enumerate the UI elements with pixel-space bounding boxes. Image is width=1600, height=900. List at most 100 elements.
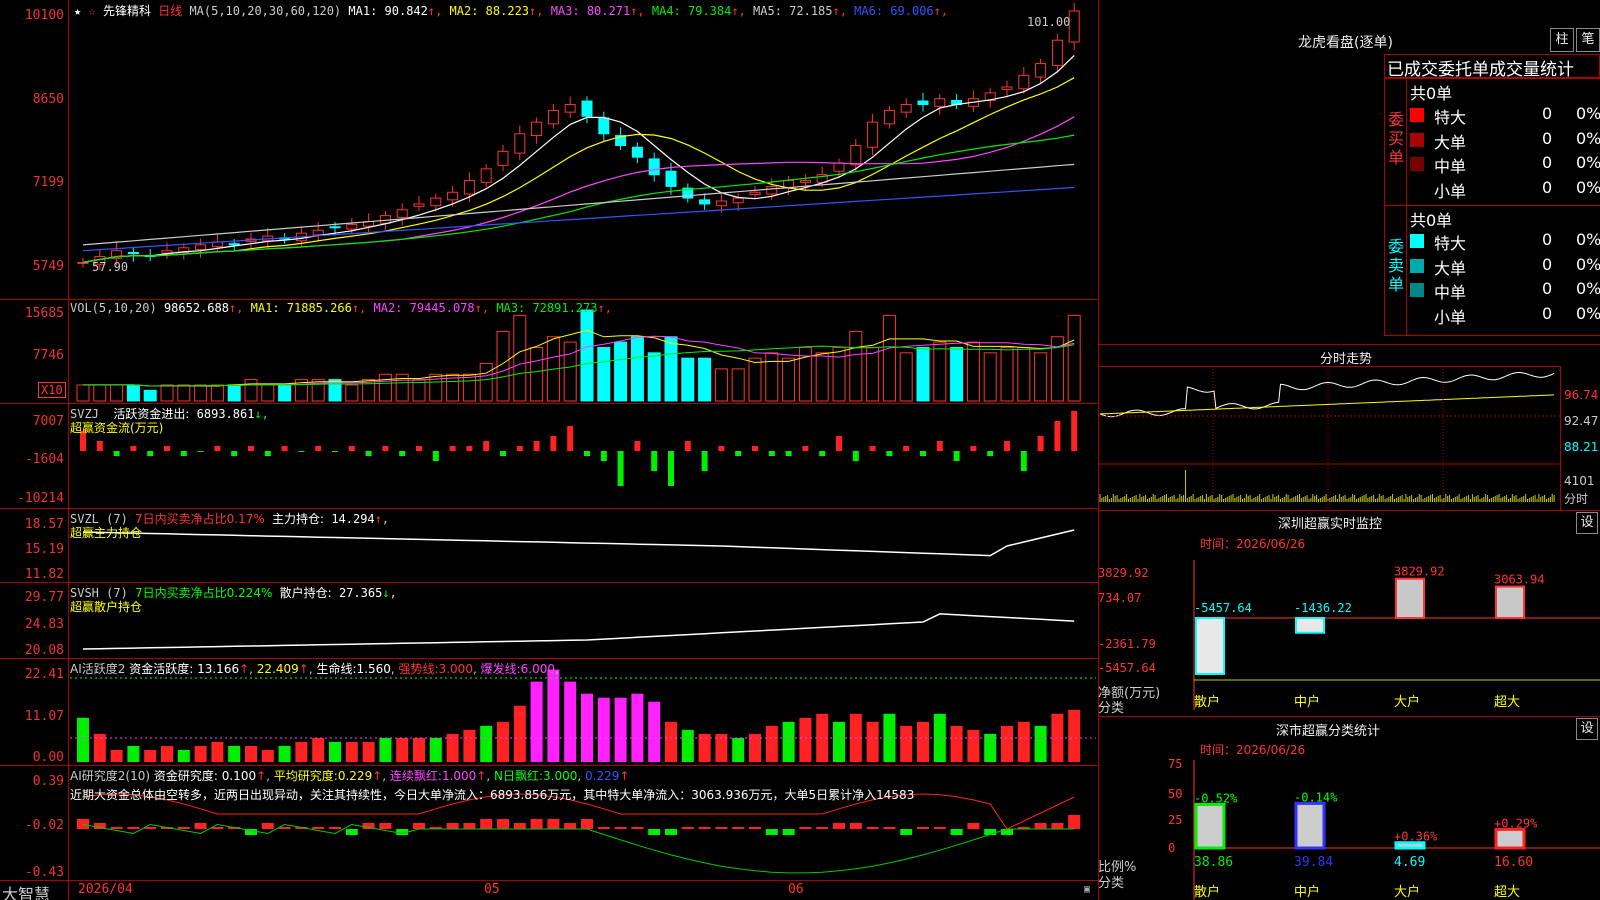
indicator-code: AI活跃度2 — [70, 662, 126, 676]
fund-flow-bar — [718, 446, 725, 451]
volume-bar — [765, 352, 779, 402]
monitor-chart[interactable]: 3829.92 734.07 -2361.79 -5457.64 -5457.64 散户 -… — [1098, 550, 1600, 710]
candle — [833, 162, 845, 172]
volume-bar — [950, 346, 964, 402]
research-bar — [194, 823, 207, 829]
activity-bar — [261, 749, 274, 762]
research-bar — [883, 827, 896, 829]
high-marker: 101.00 — [1027, 15, 1071, 29]
candle — [1035, 63, 1047, 78]
fund-flow-bar — [516, 446, 523, 451]
monitor-settings-button[interactable]: 设 — [1576, 512, 1598, 534]
indicator-value: 6893.861 — [196, 407, 255, 421]
activity-bar — [480, 725, 493, 762]
kline-chart[interactable] — [0, 0, 1098, 900]
svsh-tick: 29.77 — [24, 590, 64, 605]
order-size-label: 小单 — [1434, 307, 1467, 327]
order-size-label: 大单 — [1434, 132, 1467, 152]
class-chart[interactable]: 75 50 25 0 -0.52% 38.86 散户 -0.14% 39.84 中户 +0.36% 4… — [1098, 756, 1600, 900]
order-pct: 0% — [1576, 303, 1600, 323]
indicator-label: 散户持仓: — [279, 586, 332, 600]
bar-view-button[interactable]: 柱 — [1550, 28, 1574, 52]
buy-rows: 特大 0 0% 大单 0 0% 中单 0 0% 小单 0 0% — [1410, 104, 1600, 202]
order-row: 小单 0 0% — [1410, 178, 1600, 203]
activity-bar — [665, 721, 677, 762]
ma-line — [82, 77, 1075, 263]
fund-flow-bar — [130, 446, 137, 451]
fund-flow-bar — [600, 451, 607, 461]
research-bar — [732, 827, 745, 829]
order-count: 0 — [1542, 279, 1553, 298]
volume-bar — [681, 357, 695, 402]
monitor-category: 超大 — [1494, 695, 1520, 710]
volume-bar — [194, 384, 208, 402]
volume-bar — [983, 352, 997, 402]
indicator-label: 平均研究度: — [273, 769, 338, 783]
class-settings-button[interactable]: 设 — [1576, 718, 1598, 740]
activity-bar — [127, 745, 140, 762]
activity-bar — [866, 721, 879, 762]
indicator-value: 1.000 — [441, 769, 477, 783]
star-icon[interactable]: ★ — [74, 4, 81, 18]
fund-flow-bar — [953, 451, 960, 461]
candle — [463, 180, 475, 195]
research-bar — [513, 823, 526, 829]
activity-bar — [1001, 725, 1013, 762]
candle — [127, 251, 139, 255]
activity-bar — [900, 725, 913, 762]
order-size-label: 特大 — [1434, 234, 1467, 253]
indicator-value: 0.229 — [337, 769, 373, 783]
svsh-tick: 24.83 — [24, 617, 64, 632]
volume-bar — [849, 330, 863, 402]
panel-tabs: 已成交委托单成交量统计 — [1384, 54, 1600, 78]
indicator-code: AI研究度2(10) — [70, 769, 151, 783]
activity-bar — [1017, 721, 1030, 762]
order-row: 特大 0 0% — [1410, 230, 1600, 255]
volume-bar — [933, 341, 947, 402]
research-bar — [950, 829, 963, 835]
volume-bar — [597, 346, 611, 402]
research-bar — [480, 819, 493, 829]
fund-flow-bar — [651, 451, 658, 471]
volume-bar — [916, 346, 930, 402]
candle — [867, 121, 879, 148]
volume-bar — [160, 384, 174, 402]
indicator-ratio: 7日内买卖净占比0.224% — [135, 586, 273, 600]
candle — [934, 98, 946, 107]
tab-executed[interactable]: 已成交 — [1387, 60, 1438, 77]
period-label[interactable]: 日线 — [158, 4, 182, 18]
activity-bar — [765, 725, 778, 762]
fund-flow-bar — [903, 446, 910, 451]
tick-view-button[interactable]: 笔 — [1576, 28, 1600, 52]
order-size-label: 中单 — [1434, 283, 1467, 302]
ai2-tick: -0.02 — [24, 818, 64, 833]
research-bar — [631, 827, 644, 829]
lock-icon[interactable]: ▣ — [1084, 884, 1090, 895]
research-bar — [698, 827, 711, 829]
order-row: 特大 0 0% — [1410, 104, 1600, 129]
research-bar — [665, 829, 677, 835]
tab-volume-stats[interactable]: 成交量统计 — [1489, 60, 1574, 77]
volume-bar — [126, 384, 140, 402]
research-bar — [329, 827, 341, 829]
indicator-label: 资金研究度: — [153, 769, 218, 783]
candle — [228, 243, 240, 246]
fund-flow-bar — [214, 446, 221, 451]
fund-flow-bar — [180, 451, 187, 456]
research-bar — [967, 823, 980, 829]
fund-flow-bar — [197, 451, 204, 452]
activity-bar — [177, 749, 190, 762]
candle — [396, 209, 408, 218]
activity-bar — [564, 681, 577, 762]
ma-value: MA1: 90.842 — [348, 4, 428, 18]
activity-bar — [312, 737, 325, 762]
date-tick: 05 — [484, 882, 500, 897]
activity-bar — [497, 721, 509, 762]
date-tick: 06 — [788, 882, 804, 897]
class-category: 中户 — [1294, 884, 1320, 900]
research-bar — [614, 827, 627, 829]
intraday-chart[interactable] — [1098, 366, 1560, 510]
tab-orders[interactable]: 委托单 — [1438, 60, 1489, 77]
activity-bar — [581, 693, 593, 762]
candle — [850, 144, 862, 166]
